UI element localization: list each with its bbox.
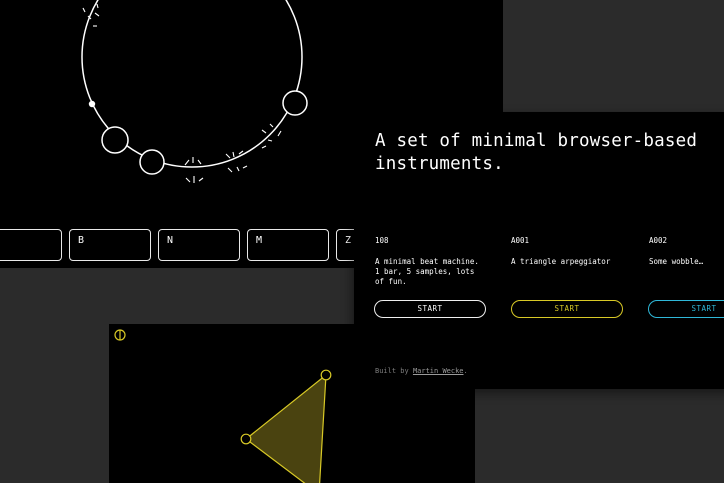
start-button-a002[interactable]: START xyxy=(648,300,724,318)
key-label-b: B xyxy=(78,235,85,246)
instrument-a002: A002 Some wobble… xyxy=(649,236,724,297)
hit-spark-right xyxy=(261,123,282,149)
footer-suffix: . xyxy=(463,367,468,375)
key-label-m: M xyxy=(256,235,263,246)
description-line: A minimal beat machine. xyxy=(375,257,479,266)
key-button[interactable] xyxy=(0,229,62,261)
description-line: Some wobble… xyxy=(649,257,704,266)
key-button-m[interactable]: M xyxy=(247,229,329,261)
playhead-dot[interactable] xyxy=(88,100,96,108)
key-label-z: Z xyxy=(345,235,352,246)
key-button-b[interactable]: B xyxy=(69,229,151,261)
page-title: A set of minimal browser-based instrumen… xyxy=(375,130,724,176)
author-link[interactable]: Martin Wecke xyxy=(413,367,464,375)
description-line: of fun. xyxy=(375,277,407,286)
triangle-vertex-left[interactable] xyxy=(240,433,252,445)
triangle-vertex-top[interactable] xyxy=(320,369,332,381)
instrument-id: A002 xyxy=(649,236,668,245)
arpeggio-triangle xyxy=(245,373,327,483)
page-title-line-2: instruments. xyxy=(375,154,504,174)
page-title-line-1: A set of minimal browser-based xyxy=(375,131,698,151)
step-circle-2[interactable] xyxy=(139,149,165,175)
power-icon[interactable] xyxy=(114,329,126,341)
instrument-id: 108 xyxy=(375,236,389,245)
instrument-id: A001 xyxy=(511,236,530,245)
instrument-a001: A001 A triangle arpeggiator xyxy=(511,236,631,297)
instrument-description: A minimal beat machine. 1 bar, 5 samples… xyxy=(375,257,495,297)
description-line: A triangle arpeggiator xyxy=(511,257,611,266)
key-button-n[interactable]: N xyxy=(158,229,240,261)
screenshot-stage: B N M Z A set of minimal browser-based i… xyxy=(0,0,724,483)
instrument-description: Some wobble… xyxy=(649,257,724,297)
description-line: 1 bar, 5 samples, lots xyxy=(375,267,475,276)
landing-card: A set of minimal browser-based instrumen… xyxy=(354,112,724,389)
instrument-108: 108 A minimal beat machine. 1 bar, 5 sam… xyxy=(375,236,495,297)
footer-prefix: Built by xyxy=(375,367,409,375)
start-button-108[interactable]: START xyxy=(374,300,486,318)
key-label-n: N xyxy=(167,235,174,246)
step-circle-3[interactable] xyxy=(282,90,308,116)
step-circle-1[interactable] xyxy=(101,126,129,154)
start-button-a001[interactable]: START xyxy=(511,300,623,318)
footer-credit: Built by Martin Wecke. xyxy=(375,367,468,375)
instrument-description: A triangle arpeggiator xyxy=(511,257,631,297)
